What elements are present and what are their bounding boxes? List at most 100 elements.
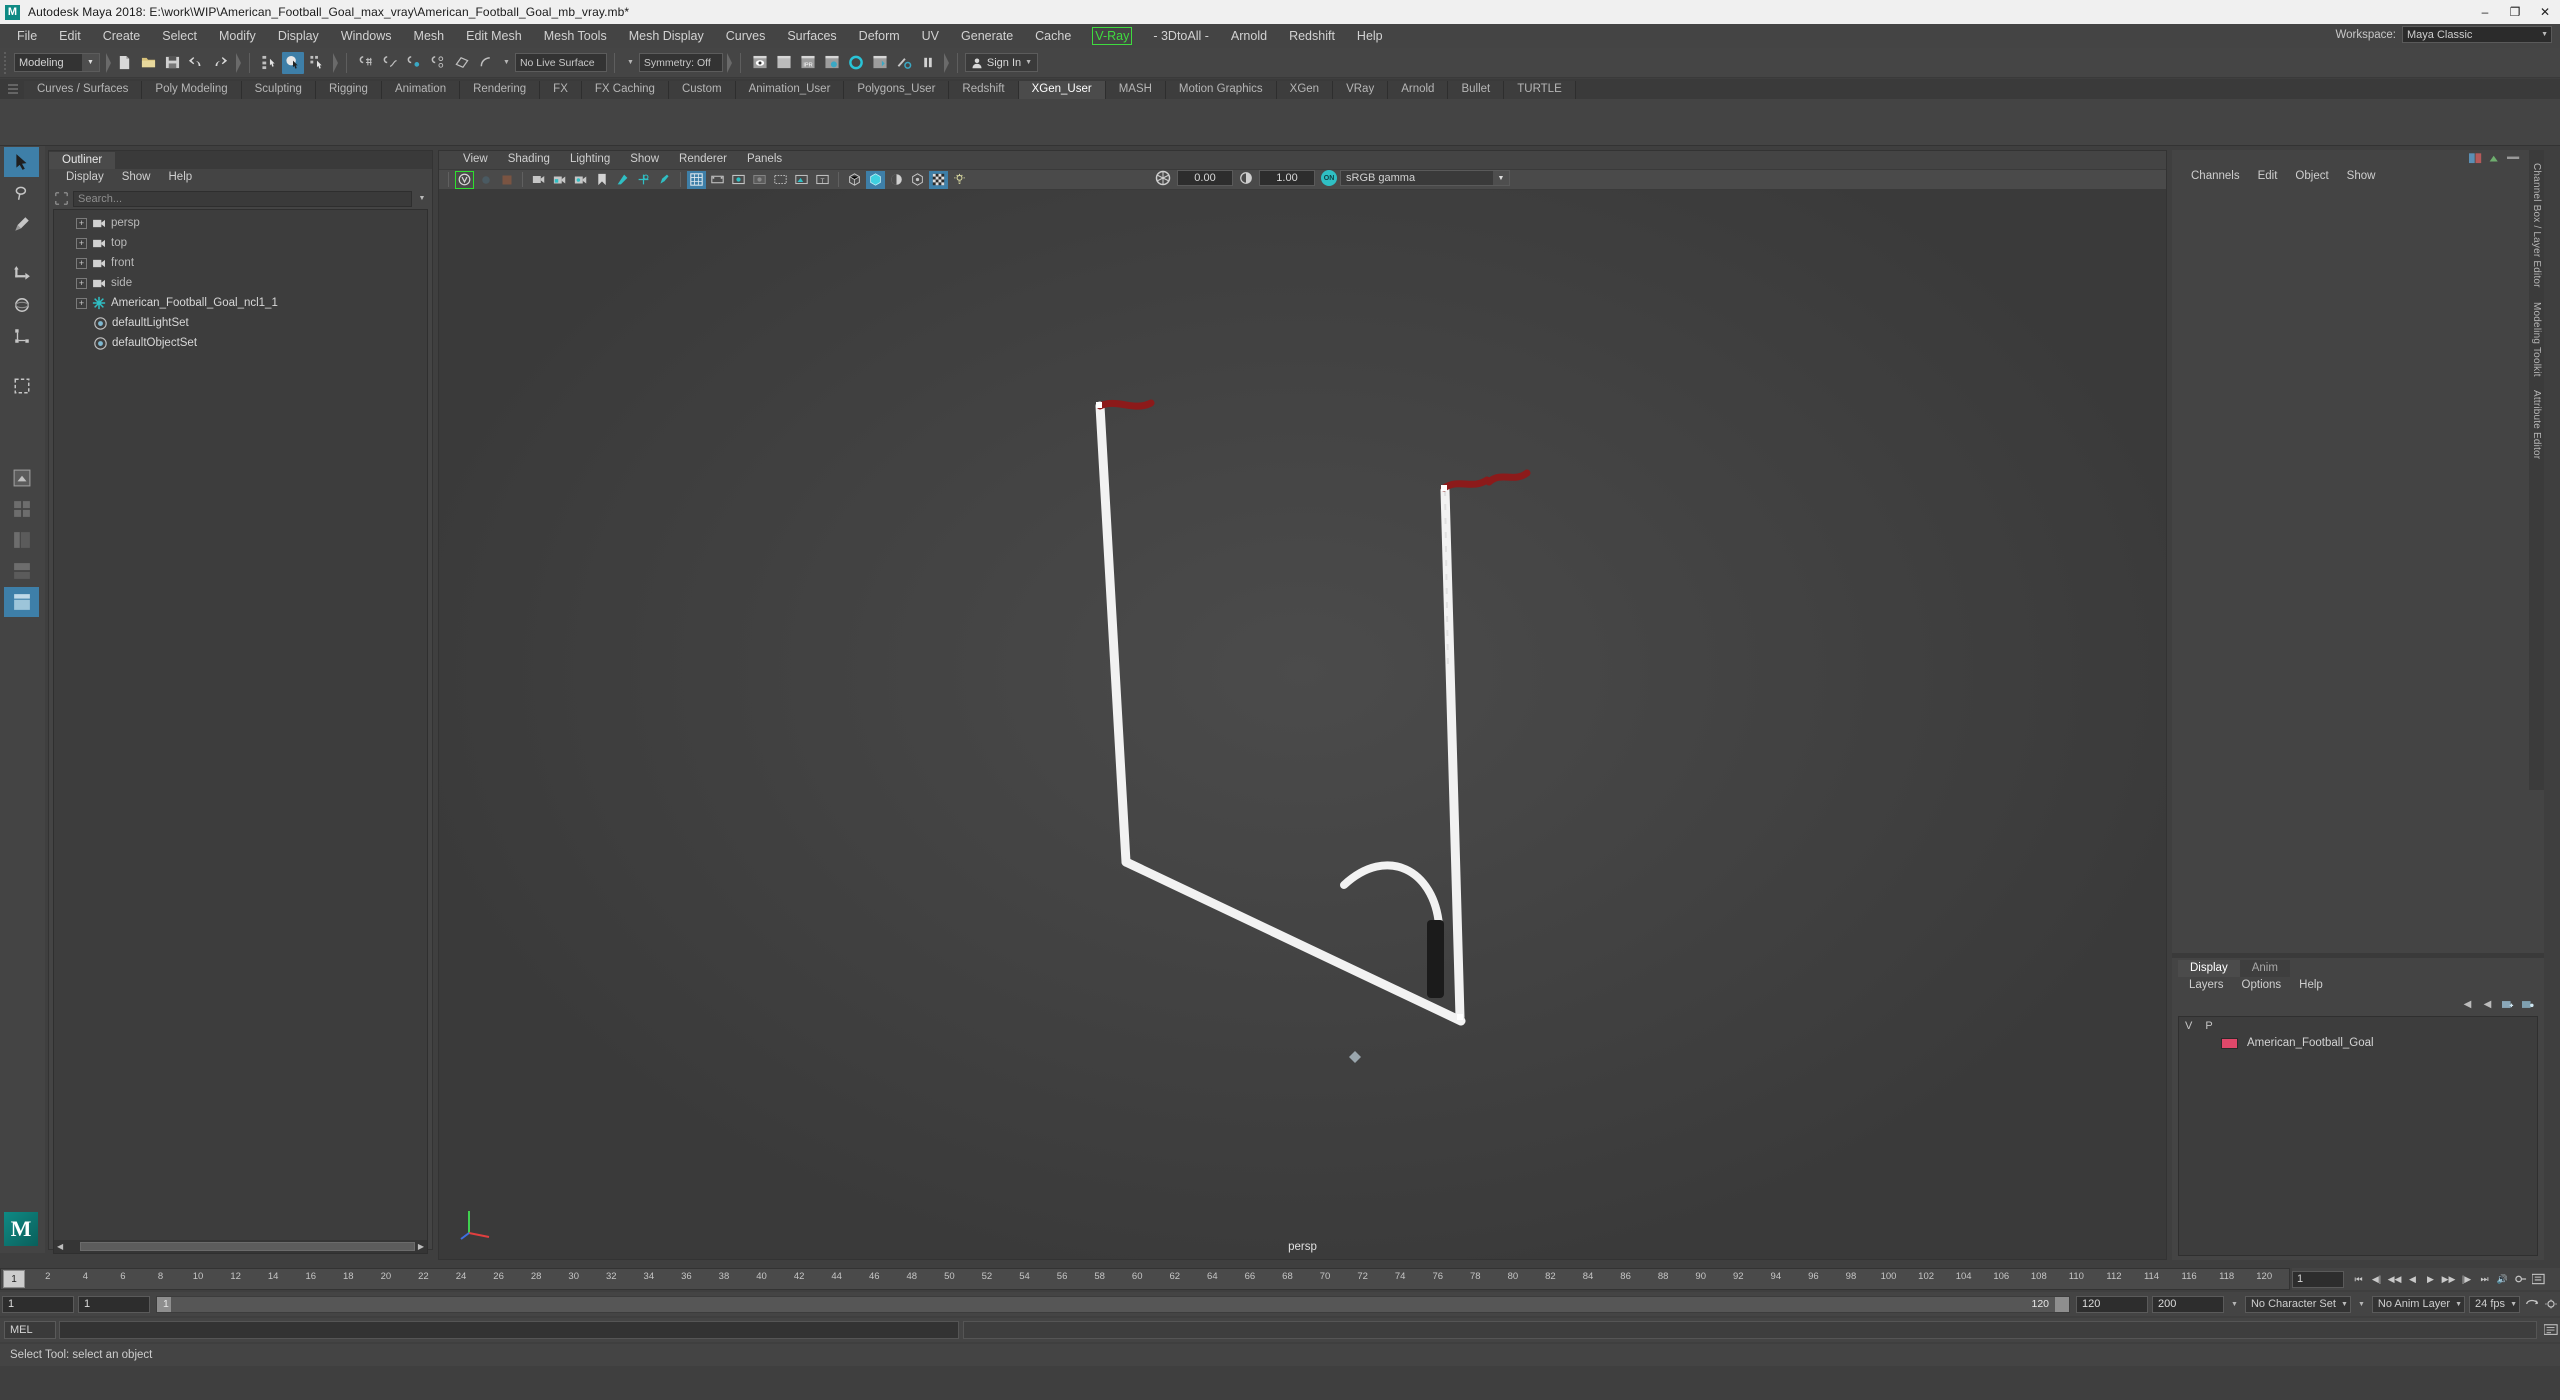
toolbar-divider[interactable] [234,52,241,73]
menu-curves[interactable]: Curves [715,27,777,46]
layout-hypershade-icon[interactable] [4,587,39,617]
playback-start-time-field[interactable]: 1 [78,1295,150,1313]
shelf-tab-xgen-user[interactable]: XGen_User [1018,80,1106,99]
snap-to-grid-icon[interactable] [355,52,377,74]
side-tab-attribute-editor[interactable]: Attribute Editor [2531,383,2542,466]
viewport-menu-show[interactable]: Show [620,152,669,168]
outliner-menu-show[interactable]: Show [113,170,160,186]
shelf-tab-bullet[interactable]: Bullet [1448,80,1505,99]
viewport-menu-view[interactable]: View [453,152,498,168]
layout-persp-graph-icon[interactable] [4,556,39,586]
viewport-menu-shading[interactable]: Shading [498,152,560,168]
range-handle-right[interactable] [2055,1296,2070,1312]
shelf-tab-xgen[interactable]: XGen [1276,80,1334,99]
workspace-dropdown[interactable]: Maya Classic ▼ [2402,26,2552,43]
move-tool-icon[interactable] [4,259,39,289]
toolbar-divider[interactable] [725,52,732,73]
gamma-field[interactable]: 1.00 [1259,170,1315,186]
close-button[interactable]: ✕ [2530,0,2560,24]
playback-end-time-field[interactable]: 120 [2076,1295,2149,1313]
shelf-tab-vray[interactable]: VRay [1333,80,1389,99]
current-time-field[interactable]: 1 [2292,1270,2344,1288]
save-scene-icon[interactable] [161,52,183,74]
toolbar-divider[interactable] [331,52,338,73]
lighting-icon[interactable] [908,171,927,189]
film-gate-icon[interactable] [708,171,727,189]
viewport-menu-panels[interactable]: Panels [737,152,792,168]
menu-redshift[interactable]: Redshift [1278,27,1346,46]
channels-show-menu[interactable]: Show [2338,169,2385,185]
tool-settings-icon[interactable] [2507,153,2520,165]
shelf-grip[interactable] [8,84,18,94]
xray-icon[interactable] [792,171,811,189]
script-language-label[interactable]: MEL [4,1321,56,1339]
snap-to-curve-icon[interactable] [379,52,401,74]
menu-uv[interactable]: UV [911,27,950,46]
lasso-tool-icon[interactable] [4,178,39,208]
animation-start-time-field[interactable]: 1 [2,1295,74,1313]
last-tool-icon[interactable] [4,371,39,401]
menu-display[interactable]: Display [267,27,330,46]
command-input[interactable] [59,1321,959,1339]
sign-in-button[interactable]: Sign In ▼ [964,53,1039,72]
hypershade-icon[interactable] [845,52,867,74]
image-plane-icon[interactable] [613,171,632,189]
step-forward-key-icon[interactable]: ▶▶ [2441,1271,2456,1287]
select-by-hierarchy-icon[interactable] [258,52,280,74]
menu-arnold[interactable]: Arnold [1220,27,1278,46]
menu-select[interactable]: Select [151,27,208,46]
character-set-dropdown[interactable]: No Character Set ▼ [2244,1295,2351,1313]
side-tab-modeling-toolkit[interactable]: Modeling Toolkit [2531,295,2542,384]
layout-single-perspective-icon[interactable] [4,463,39,493]
animation-end-time-field[interactable]: 200 [2152,1295,2225,1313]
symmetry-field[interactable]: Symmetry: Off [638,53,723,72]
step-back-frame-icon[interactable]: ◀| [2369,1271,2384,1287]
side-tab-channel-box[interactable]: Channel Box / Layer Editor [2531,156,2542,295]
channels-edit-menu[interactable]: Edit [2249,169,2287,185]
expander-icon[interactable]: + [76,217,87,229]
texture-icon[interactable]: T [813,171,832,189]
shelf-tab-redshift[interactable]: Redshift [949,80,1019,99]
smooth-shade-icon[interactable] [866,170,885,189]
chevron-down-icon[interactable]: ▼ [2231,1301,2238,1308]
menu-mesh-display[interactable]: Mesh Display [618,27,715,46]
new-layer-icon[interactable] [2501,998,2514,1011]
select-by-component-icon[interactable] [306,52,328,74]
render-setup-icon[interactable] [869,52,891,74]
shelf-tab-arnold[interactable]: Arnold [1388,80,1449,99]
toolbar-divider[interactable] [104,52,111,73]
render-view-icon[interactable] [749,52,771,74]
scale-tool-icon[interactable] [4,321,39,351]
outliner-item-nucleus[interactable]: + American_Football_Goal_ncl1_1 [54,293,427,313]
shelf-tab-animation-user[interactable]: Animation_User [735,80,845,99]
color-management-toggle-icon[interactable]: ON [1321,170,1337,186]
shelf-tab-sculpting[interactable]: Sculpting [241,80,316,99]
channel-box-body[interactable] [2172,185,2544,953]
layer-color-swatch[interactable] [2221,1037,2238,1049]
menu-create[interactable]: Create [92,27,152,46]
layer-tab-display[interactable]: Display [2178,959,2240,977]
menu-file[interactable]: File [6,27,48,46]
shelf-tab-curves-surfaces[interactable]: Curves / Surfaces [24,80,143,99]
current-frame-indicator[interactable]: 1 [3,1270,25,1288]
outliner-tab[interactable]: Outliner [49,151,116,169]
xray-joints-icon[interactable] [771,171,790,189]
outliner-item-default-object-set[interactable]: defaultObjectSet [54,333,427,353]
render-sequence-icon[interactable] [773,52,795,74]
layers-options-menu[interactable]: Options [2233,978,2291,994]
menu-help[interactable]: Help [1346,27,1394,46]
exposure-field[interactable]: 0.00 [1177,170,1233,186]
script-editor-icon[interactable] [2542,1322,2559,1339]
anim-layer-dropdown[interactable]: No Anim Layer ▼ [2371,1295,2466,1313]
grease-pencil-icon[interactable] [655,171,674,189]
menu-windows[interactable]: Windows [330,27,403,46]
channel-box-icon[interactable] [2469,153,2482,165]
camera-attributes-icon[interactable] [571,171,590,189]
lock-camera-icon[interactable] [550,171,569,189]
time-slider[interactable]: 2 4 6 8 10 12 14 16 18 20 22 24 26 28 30 32 34 36 38 40 42 44… [0,1268,2290,1290]
outliner-menu-help[interactable]: Help [160,170,202,186]
channels-object-menu[interactable]: Object [2286,169,2337,185]
expander-icon[interactable]: + [76,277,87,289]
expander-icon[interactable]: + [76,257,87,269]
auto-key-icon[interactable] [2513,1271,2528,1287]
